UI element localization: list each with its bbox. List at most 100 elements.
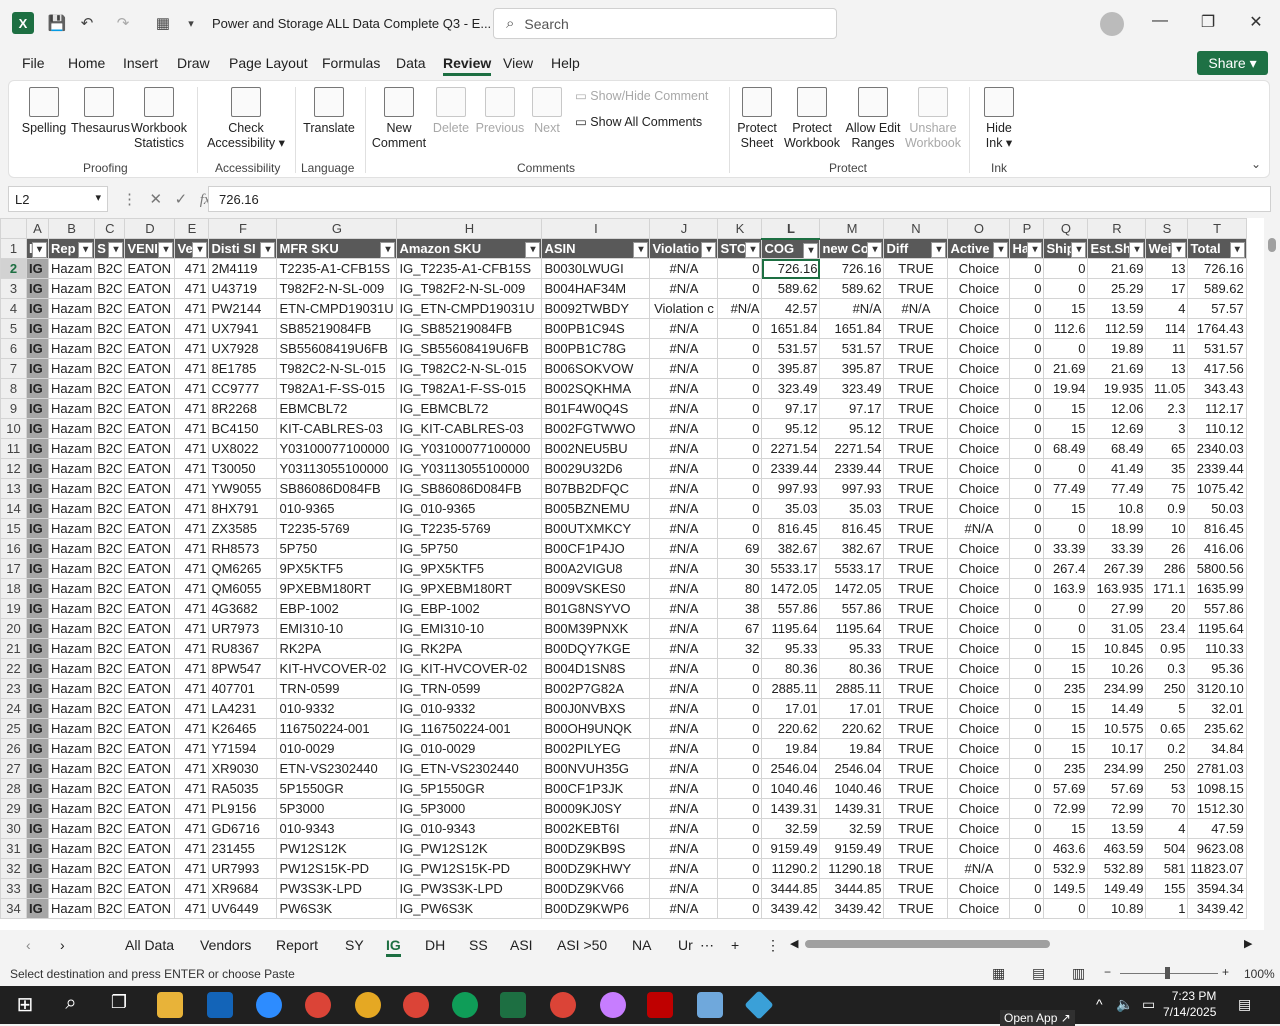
cell[interactable]: #N/A (947, 858, 1011, 879)
cell[interactable]: IG (26, 538, 49, 559)
cell[interactable]: #N/A (649, 598, 719, 619)
protect-workbook-button[interactable]: Protect Workbook (781, 87, 843, 151)
cell[interactable]: IG (26, 578, 49, 599)
cell[interactable]: IG_5P750 (396, 538, 543, 559)
cell[interactable]: B2C (94, 878, 126, 899)
cell[interactable]: 0 (1043, 258, 1089, 279)
cell[interactable]: EATON (124, 558, 176, 579)
cell[interactable]: 2546.04 (761, 758, 821, 779)
cell[interactable]: IG_9PXEBM180RT (396, 578, 543, 599)
cell[interactable]: B2C (94, 718, 126, 739)
cell[interactable]: IG_T982F2-N-SL-009 (396, 278, 543, 299)
cell[interactable]: IG_PW12S15K-PD (396, 858, 543, 879)
vertical-scroll-thumb[interactable] (1268, 238, 1276, 252)
tab-all-data[interactable]: All Data (125, 937, 174, 953)
cell[interactable]: 532.9 (1043, 858, 1089, 879)
customize-toolbar-icon[interactable]: ▾ (180, 12, 202, 34)
cell[interactable]: 010-0029 (276, 738, 398, 759)
cell[interactable]: #N/A (649, 418, 719, 439)
cell[interactable]: Choice (947, 798, 1011, 819)
cell[interactable]: B00PB1C78G (541, 338, 651, 359)
cell[interactable]: EATON (124, 298, 176, 319)
cell[interactable]: TRUE (883, 678, 949, 699)
cell[interactable]: 26 (1145, 538, 1189, 559)
cell[interactable]: 163.935 (1087, 578, 1147, 599)
cell[interactable]: Y03100077100000 (276, 438, 398, 459)
cell[interactable]: 95.12 (819, 418, 885, 439)
row-header[interactable]: 15 (0, 518, 27, 539)
translate-button[interactable]: Translate (303, 87, 355, 136)
share-button[interactable]: Share ▾ (1197, 51, 1268, 75)
cell[interactable]: 2271.54 (761, 438, 821, 459)
cell[interactable]: 41.49 (1087, 458, 1147, 479)
cell[interactable]: EATON (124, 338, 176, 359)
chrome-profile-icon[interactable] (600, 992, 626, 1018)
cell[interactable]: Choice (947, 678, 1011, 699)
cell[interactable]: EATON (124, 898, 176, 919)
cell[interactable]: 75 (1145, 478, 1189, 499)
next-comment-button[interactable]: Next (527, 87, 567, 136)
cell[interactable]: 33.39 (1087, 538, 1147, 559)
cell[interactable]: 0 (1009, 838, 1045, 859)
restore-icon[interactable]: ❐ (1196, 12, 1220, 36)
cell[interactable]: RK2PA (276, 638, 398, 659)
cell[interactable]: TRUE (883, 618, 949, 639)
row-header[interactable]: 3 (0, 278, 27, 299)
cell[interactable]: B2C (94, 358, 126, 379)
cell[interactable]: #N/A (649, 578, 719, 599)
cell[interactable]: IG_SB86086D084FB (396, 478, 543, 499)
row-header[interactable]: 33 (0, 878, 27, 899)
cell[interactable]: 11 (1145, 338, 1189, 359)
cell[interactable]: EATON (124, 438, 176, 459)
menu-help[interactable]: Help (551, 55, 580, 71)
cell[interactable]: Hazam (47, 818, 96, 839)
column-header-n[interactable]: N (883, 218, 949, 239)
cell[interactable]: 5 (1145, 698, 1189, 719)
row-header[interactable]: 28 (0, 778, 27, 799)
cell[interactable]: EATON (124, 398, 176, 419)
cell[interactable]: 1439.31 (761, 798, 821, 819)
column-header-i[interactable]: I (541, 218, 651, 239)
cell[interactable]: 3439.42 (761, 898, 821, 919)
cell[interactable]: IG (26, 698, 49, 719)
cell[interactable]: B2C (94, 538, 126, 559)
cell[interactable]: 3439.42 (1187, 898, 1247, 919)
cell[interactable]: EATON (124, 658, 176, 679)
cell[interactable]: 532.89 (1087, 858, 1147, 879)
cell[interactable]: IG_KIT-HVCOVER-02 (396, 658, 543, 679)
cell[interactable]: B2C (94, 738, 126, 759)
cell[interactable]: 0 (1009, 818, 1045, 839)
cell[interactable]: Choice (947, 378, 1011, 399)
row-header[interactable]: 31 (0, 838, 27, 859)
cell[interactable]: 65 (1145, 438, 1189, 459)
cell[interactable]: TRUE (883, 738, 949, 759)
cell[interactable]: 0 (717, 418, 763, 439)
cell[interactable]: TRUE (883, 838, 949, 859)
zoom-app-icon[interactable] (256, 992, 282, 1018)
cell[interactable]: #N/A (649, 738, 719, 759)
cell[interactable]: 10.8 (1087, 498, 1147, 519)
cell[interactable]: 0 (717, 398, 763, 419)
cell[interactable]: TRUE (883, 498, 949, 519)
cell[interactable]: Choice (947, 898, 1011, 919)
unshare-workbook-button[interactable]: Unshare Workbook (903, 87, 963, 151)
filter-header-b[interactable]: Rep (47, 238, 96, 259)
cell[interactable]: #N/A (649, 698, 719, 719)
cell[interactable]: IG_T982C2-N-SL-015 (396, 358, 543, 379)
cell[interactable]: Hazam (47, 578, 96, 599)
row-header[interactable]: 30 (0, 818, 27, 839)
cell[interactable]: 11290.2 (761, 858, 821, 879)
cell[interactable]: Choice (947, 498, 1011, 519)
cell[interactable]: IG (26, 638, 49, 659)
filter-header-h[interactable]: Amazon SKU (396, 238, 543, 259)
cell[interactable]: 557.86 (819, 598, 885, 619)
cell[interactable]: 15 (1043, 638, 1089, 659)
cell[interactable]: IG_010-0029 (396, 738, 543, 759)
cell[interactable]: 557.86 (1187, 598, 1247, 619)
cell[interactable]: Choice (947, 438, 1011, 459)
row-header[interactable]: 6 (0, 338, 27, 359)
cell[interactable]: PW3S3K-LPD (276, 878, 398, 899)
cell[interactable]: 471 (174, 498, 210, 519)
cell[interactable]: 0 (1009, 498, 1045, 519)
column-header-c[interactable]: C (94, 218, 126, 239)
